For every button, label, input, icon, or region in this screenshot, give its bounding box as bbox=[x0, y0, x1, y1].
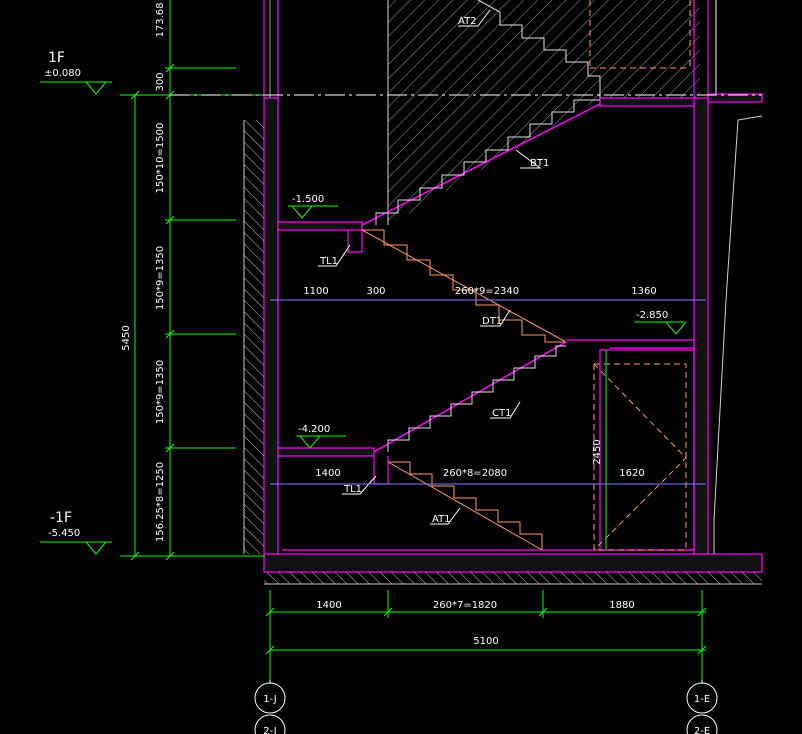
dim-upper-3: 260*9=2340 bbox=[455, 286, 519, 297]
dim-bottom-3: 1880 bbox=[609, 600, 634, 611]
dim-seg-4: 156.25*8=1250 bbox=[155, 462, 166, 542]
dim-upper-1: 1100 bbox=[303, 286, 328, 297]
dim-upper-2: 300 bbox=[366, 286, 385, 297]
landing-lower-elev: -4.200 bbox=[298, 424, 330, 435]
dim-total: 5450 bbox=[121, 325, 132, 350]
dim-upper-4: 1360 bbox=[631, 286, 656, 297]
dim-lower-2: 260*8=2080 bbox=[443, 468, 507, 479]
beam-label-tl1-lower: TL1 bbox=[343, 484, 362, 495]
level-b1-name: -1F bbox=[50, 510, 72, 526]
level-markers bbox=[40, 81, 687, 555]
axis-markers bbox=[254, 680, 718, 734]
landing-upper-elev: -1.500 bbox=[292, 194, 324, 205]
dim-seg-300: 300 bbox=[155, 72, 166, 91]
stair-label-ct1: CT1 bbox=[492, 408, 511, 419]
axis-label-1j: 1-J bbox=[263, 694, 276, 705]
axis-label-2j: 2-J bbox=[263, 726, 276, 734]
stair-label-dt1: DT1 bbox=[482, 316, 502, 327]
level-1f-name: 1F bbox=[48, 50, 65, 66]
dim-seg-2: 150*9=1350 bbox=[155, 246, 166, 310]
dim-seg-top: 173.68 bbox=[155, 3, 166, 38]
dim-bottom-total: 5100 bbox=[473, 636, 498, 647]
stair-label-bt1: BT1 bbox=[530, 158, 549, 169]
dim-seg-1: 150*10=1500 bbox=[155, 123, 166, 194]
dim-lower-3: 1620 bbox=[619, 468, 644, 479]
dim-bottom-2: 260*7=1820 bbox=[433, 600, 497, 611]
level-b1-elev: -5.450 bbox=[48, 528, 80, 539]
axis-label-1e: 1-E bbox=[694, 694, 710, 705]
hatched-stair-region bbox=[387, 0, 700, 225]
axis-label-2e: 2-E bbox=[694, 726, 710, 734]
level-1f-elev: ±0.080 bbox=[44, 68, 81, 79]
beam-label-tl1-upper: TL1 bbox=[319, 256, 338, 267]
stair-label-at2: AT2 bbox=[458, 16, 477, 27]
stair-section-drawing: 1F ±0.080 -1F -5.450 -1.500 -2.850 -4.20… bbox=[40, 0, 763, 734]
dim-bottom-1: 1400 bbox=[316, 600, 341, 611]
dim-seg-3: 150*9=1350 bbox=[155, 360, 166, 424]
stair-label-at1: AT1 bbox=[432, 514, 451, 525]
landing-middle-elev: -2.850 bbox=[636, 310, 668, 321]
dim-lower-1: 1400 bbox=[315, 468, 340, 479]
dim-inner: 2450 bbox=[592, 439, 603, 464]
